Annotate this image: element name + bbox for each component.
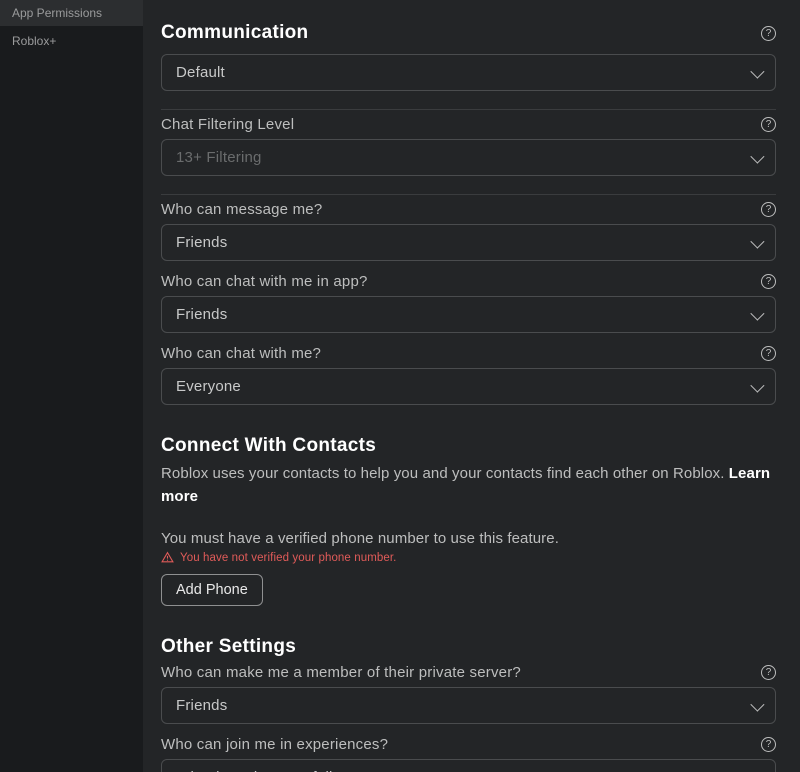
help-icon[interactable]: ? bbox=[761, 117, 776, 132]
contacts-notice: You must have a verified phone number to… bbox=[161, 530, 776, 547]
add-phone-button[interactable]: Add Phone bbox=[161, 574, 263, 606]
select-chat-filtering[interactable]: 13+ Filtering bbox=[161, 139, 776, 176]
field-label-who-chat-app: Who can chat with me in app? bbox=[161, 273, 368, 290]
warning-text: You have not verified your phone number. bbox=[180, 552, 396, 564]
field-label-join-experiences: Who can join me in experiences? bbox=[161, 736, 388, 753]
settings-main: Communication ? Default Chat Filtering L… bbox=[143, 0, 800, 772]
section-communication: Communication ? Default Chat Filtering L… bbox=[161, 22, 776, 405]
contacts-desc-text: Roblox uses your contacts to help you an… bbox=[161, 465, 729, 482]
chevron-down-icon bbox=[750, 149, 764, 163]
section-title-contacts: Connect With Contacts bbox=[161, 435, 776, 457]
select-value: Everyone bbox=[176, 378, 241, 395]
help-icon[interactable]: ? bbox=[761, 202, 776, 217]
select-communication-default[interactable]: Default bbox=[161, 54, 776, 91]
chevron-down-icon bbox=[750, 306, 764, 320]
help-icon[interactable]: ? bbox=[761, 737, 776, 752]
help-icon[interactable]: ? bbox=[761, 346, 776, 361]
select-who-chat[interactable]: Everyone bbox=[161, 368, 776, 405]
sidebar: App Permissions Roblox+ bbox=[0, 0, 143, 772]
chevron-down-icon bbox=[750, 697, 764, 711]
section-other: Other Settings Who can make me a member … bbox=[161, 636, 776, 772]
help-icon[interactable]: ? bbox=[761, 26, 776, 41]
select-value: Friends bbox=[176, 306, 227, 323]
help-icon[interactable]: ? bbox=[761, 274, 776, 289]
select-value: Default bbox=[176, 64, 225, 81]
section-title-other: Other Settings bbox=[161, 636, 776, 658]
select-who-chat-app[interactable]: Friends bbox=[161, 296, 776, 333]
select-join-experiences[interactable]: Friends and users I follow bbox=[161, 759, 776, 772]
select-private-server[interactable]: Friends bbox=[161, 687, 776, 724]
section-title-communication: Communication bbox=[161, 22, 308, 44]
chevron-down-icon bbox=[750, 234, 764, 248]
settings-layout: App Permissions Roblox+ Communication ? … bbox=[0, 0, 800, 772]
field-label-who-chat: Who can chat with me? bbox=[161, 345, 321, 362]
chevron-down-icon bbox=[750, 64, 764, 78]
phone-warning: You have not verified your phone number. bbox=[161, 551, 776, 564]
chevron-down-icon bbox=[750, 378, 764, 392]
sidebar-item-roblox-plus[interactable]: Roblox+ bbox=[0, 26, 143, 56]
contacts-description: Roblox uses your contacts to help you an… bbox=[161, 463, 776, 508]
select-value: 13+ Filtering bbox=[176, 149, 262, 166]
field-label-chat-filtering: Chat Filtering Level bbox=[161, 116, 294, 133]
sidebar-item-app-permissions[interactable]: App Permissions bbox=[0, 0, 143, 26]
field-label-private-server: Who can make me a member of their privat… bbox=[161, 664, 521, 681]
help-icon[interactable]: ? bbox=[761, 665, 776, 680]
select-value: Friends bbox=[176, 234, 227, 251]
section-contacts: Connect With Contacts Roblox uses your c… bbox=[161, 435, 776, 606]
select-who-message[interactable]: Friends bbox=[161, 224, 776, 261]
warning-icon bbox=[161, 551, 174, 564]
field-label-who-message: Who can message me? bbox=[161, 201, 322, 218]
select-value: Friends bbox=[176, 697, 227, 714]
